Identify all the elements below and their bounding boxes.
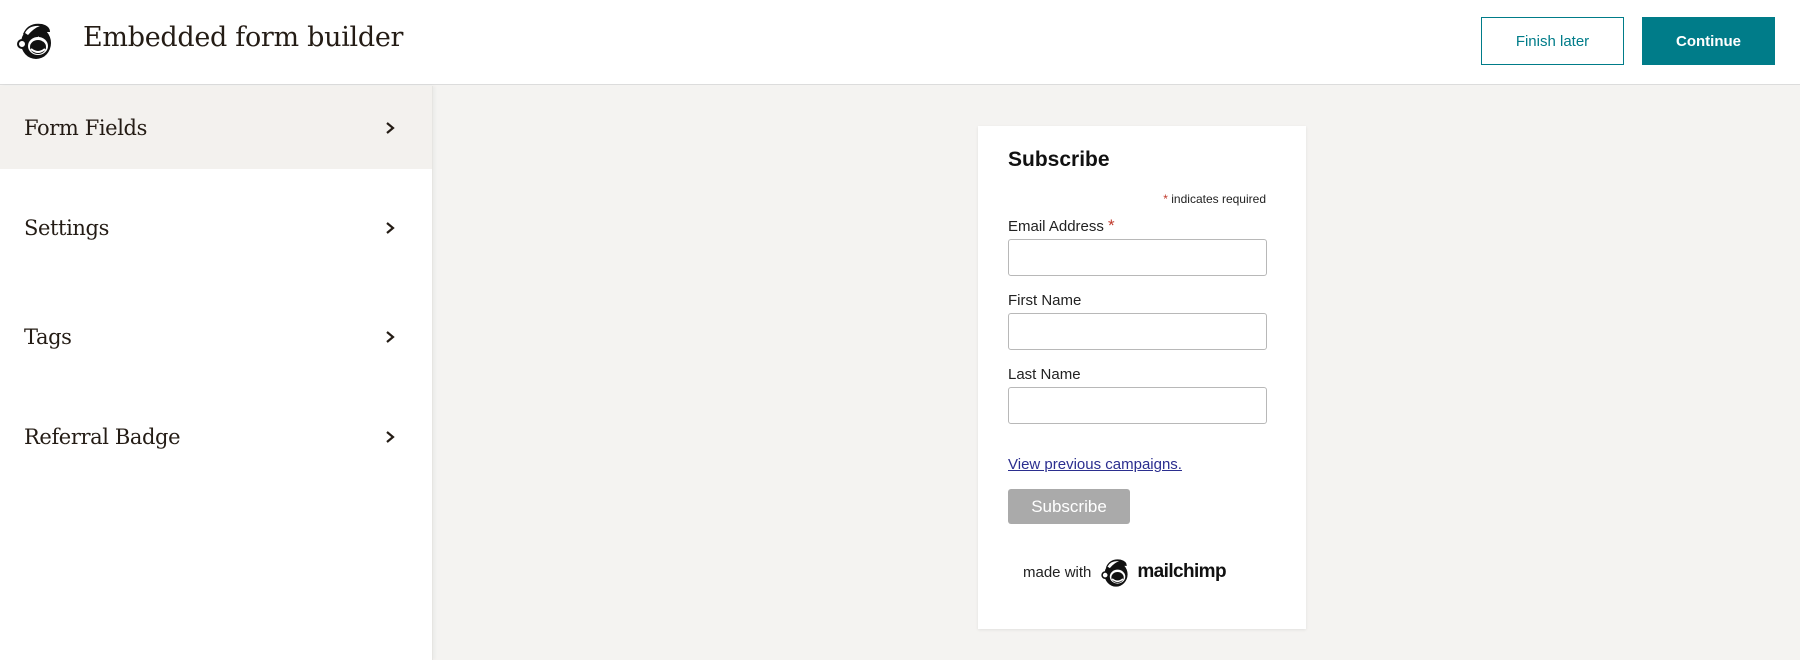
mailchimp-wordmark: mailchimp — [1137, 561, 1226, 582]
required-asterisk: * — [1163, 192, 1168, 206]
chevron-right-icon — [386, 331, 395, 343]
first-name-label: First Name — [1008, 292, 1082, 309]
required-asterisk: * — [1108, 216, 1115, 235]
chevron-right-icon — [386, 222, 395, 234]
sidebar-item-label: Settings — [24, 216, 109, 240]
required-note: * indicates required — [1163, 192, 1266, 206]
subscribe-button[interactable]: Subscribe — [1008, 489, 1130, 524]
email-label-text: Email Address — [1008, 218, 1104, 235]
sidebar-item-tags[interactable]: Tags — [0, 287, 432, 387]
form-title: Subscribe — [1008, 148, 1110, 171]
required-note-text: indicates required — [1171, 192, 1266, 206]
sidebar-item-label: Referral Badge — [24, 425, 181, 449]
mailchimp-freddie-icon — [17, 23, 51, 59]
made-with-mailchimp-badge[interactable]: made with mailchimp — [1023, 554, 1227, 590]
sidebar: Form Fields Settings Tags Referral Badge — [0, 86, 433, 660]
chevron-right-icon — [386, 121, 395, 134]
continue-button[interactable]: Continue — [1642, 17, 1775, 65]
sidebar-item-label: Form Fields — [24, 115, 147, 140]
view-previous-campaigns-link[interactable]: View previous campaigns. — [1008, 456, 1182, 473]
page-title: Embedded form builder — [83, 22, 404, 53]
mailchimp-freddie-icon — [1101, 559, 1128, 587]
last-name-field[interactable] — [1008, 387, 1267, 424]
email-field[interactable] — [1008, 239, 1267, 276]
finish-later-button[interactable]: Finish later — [1481, 17, 1624, 65]
sidebar-item-referral-badge[interactable]: Referral Badge — [0, 387, 432, 487]
email-label: Email Address * — [1008, 216, 1115, 236]
sidebar-item-form-fields[interactable]: Form Fields — [0, 86, 432, 169]
last-name-label: Last Name — [1008, 366, 1081, 383]
chevron-right-icon — [386, 431, 395, 443]
made-with-text: made with — [1023, 563, 1092, 581]
top-bar: Embedded form builder Finish later Conti… — [0, 0, 1800, 85]
sidebar-item-settings[interactable]: Settings — [0, 169, 432, 287]
form-preview-card: Subscribe * indicates required Email Add… — [978, 126, 1306, 629]
sidebar-item-label: Tags — [24, 325, 72, 349]
first-name-field[interactable] — [1008, 313, 1267, 350]
